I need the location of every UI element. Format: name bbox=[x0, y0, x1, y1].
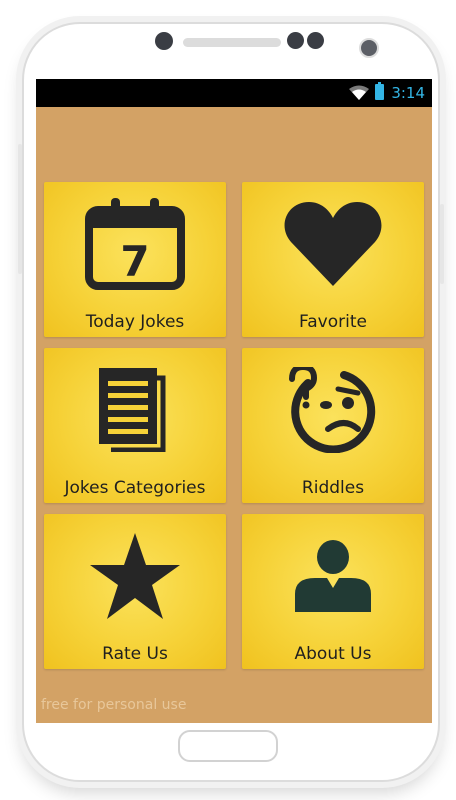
today-jokes-label: Today Jokes bbox=[85, 312, 185, 332]
star-icon bbox=[90, 533, 180, 619]
about-us-tile[interactable]: About Us bbox=[242, 514, 424, 669]
camera-lens bbox=[359, 38, 379, 58]
front-camera bbox=[155, 32, 173, 50]
light-sensor bbox=[307, 32, 324, 49]
documents-icon bbox=[99, 368, 166, 452]
menu-grid: 7 Today Jokes Favorite Jokes Categories … bbox=[44, 182, 424, 669]
today-jokes-tile[interactable]: 7 Today Jokes bbox=[44, 182, 226, 337]
favorite-label: Favorite bbox=[299, 312, 367, 332]
heart-icon bbox=[284, 202, 382, 286]
rate-us-tile[interactable]: Rate Us bbox=[44, 514, 226, 669]
watermark-text: free for personal use bbox=[41, 697, 187, 713]
earpiece-speaker bbox=[183, 38, 281, 47]
calendar-icon: 7 bbox=[85, 198, 185, 290]
jokes-categories-tile[interactable]: Jokes Categories bbox=[44, 348, 226, 503]
power-button bbox=[440, 204, 444, 284]
user-icon bbox=[295, 540, 371, 612]
wifi-icon bbox=[349, 85, 369, 100]
status-bar: 3:14 bbox=[36, 79, 432, 107]
app-screen: 3:14 7 Today Jokes Favorite Jokes Catego… bbox=[36, 79, 432, 723]
calendar-day: 7 bbox=[120, 237, 149, 286]
favorite-tile[interactable]: Favorite bbox=[242, 182, 424, 337]
clock: 3:14 bbox=[391, 84, 425, 102]
jokes-categories-label: Jokes Categories bbox=[64, 478, 206, 498]
about-us-label: About Us bbox=[294, 644, 372, 664]
confused-face-icon bbox=[289, 367, 376, 453]
riddles-label: Riddles bbox=[301, 478, 365, 498]
proximity-sensor bbox=[287, 32, 304, 49]
phone-frame: 3:14 7 Today Jokes Favorite Jokes Catego… bbox=[18, 22, 444, 782]
rate-us-label: Rate Us bbox=[102, 644, 168, 664]
volume-button bbox=[18, 144, 22, 274]
riddles-tile[interactable]: Riddles bbox=[242, 348, 424, 503]
home-button[interactable] bbox=[178, 730, 278, 762]
battery-icon bbox=[375, 82, 384, 100]
